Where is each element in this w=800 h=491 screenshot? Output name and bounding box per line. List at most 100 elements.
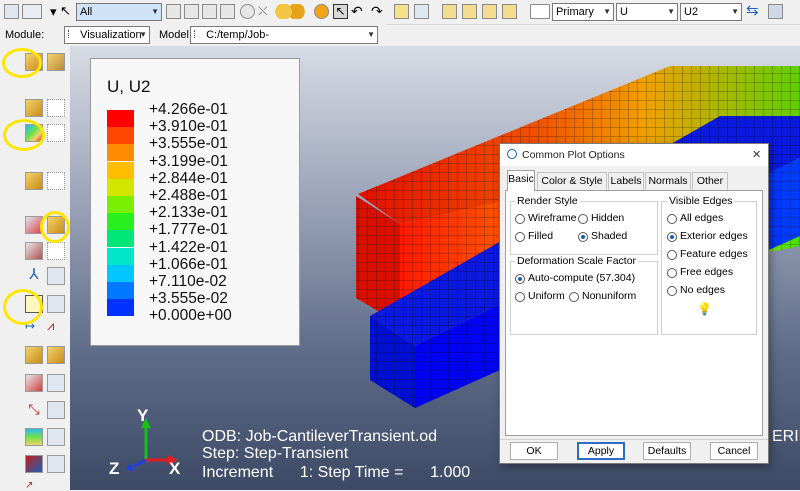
report-icon[interactable]: [25, 374, 43, 392]
report-manager-icon[interactable]: [47, 374, 65, 392]
tab-labels[interactable]: Labels: [608, 172, 644, 190]
triad-x-label: X: [169, 459, 181, 478]
feature-edges-radio[interactable]: [667, 250, 677, 260]
view-side-icon[interactable]: [502, 4, 517, 19]
uniform-radio[interactable]: [515, 292, 525, 302]
tab-other[interactable]: Other: [692, 172, 728, 190]
sphere-icon[interactable]: [314, 4, 329, 19]
select-polygon-icon[interactable]: [202, 4, 217, 19]
auto-compute-radio[interactable]: [515, 274, 525, 284]
model-select[interactable]: C:/temp/Job-CantileverTransient.odb ▼: [190, 26, 378, 57]
plot-symbols-icon[interactable]: [25, 172, 43, 190]
wireframe-radio[interactable]: [515, 214, 525, 224]
tab-color-style[interactable]: Color & Style: [537, 172, 607, 190]
exterior-edges-label[interactable]: Exterior edges: [680, 230, 748, 242]
animate-icon[interactable]: ⅄: [25, 267, 43, 285]
animation-options-icon[interactable]: [47, 267, 65, 285]
field-variable-select[interactable]: U ▼: [616, 3, 678, 21]
section-cut-icon[interactable]: [47, 346, 65, 364]
xy-plot-icon[interactable]: ⩘: [47, 318, 65, 336]
select-lasso-icon[interactable]: [240, 4, 255, 19]
component-select[interactable]: U2 ▼: [680, 3, 742, 21]
exterior-edges-radio[interactable]: [667, 232, 677, 242]
dialog-titlebar[interactable]: Common Plot Options ✕: [500, 144, 768, 166]
plot-contours-undeformed-icon[interactable]: [25, 99, 43, 117]
xy-data-manager-icon[interactable]: [47, 295, 65, 313]
shaded-radio[interactable]: [578, 232, 588, 242]
free-edges-label[interactable]: Free edges: [680, 266, 733, 278]
select-cursor-icon[interactable]: ↖: [60, 4, 75, 19]
select-circle-icon[interactable]: [184, 4, 199, 19]
hidden-label[interactable]: Hidden: [591, 212, 624, 224]
legend-value: +1.777e-01: [149, 221, 228, 239]
feature-edges-label[interactable]: Feature edges: [680, 248, 748, 260]
select-drag-icon[interactable]: [220, 4, 235, 19]
grip-icon: [194, 30, 200, 38]
uniform-label[interactable]: Uniform: [528, 290, 565, 302]
field-output-dialog-icon[interactable]: [768, 4, 783, 19]
plot-deformed-icon[interactable]: [47, 53, 65, 71]
free-body-icon[interactable]: [25, 346, 43, 364]
plot-allow-multiple-icon[interactable]: [25, 242, 43, 260]
symbol-options-icon[interactable]: [47, 172, 65, 190]
select-box-icon[interactable]: [166, 4, 181, 19]
undo-icon[interactable]: ↶: [351, 4, 366, 19]
view-cut-icon[interactable]: [25, 428, 43, 446]
defaults-button[interactable]: Defaults: [643, 442, 691, 460]
lightbulb-icon[interactable]: 💡: [697, 302, 712, 316]
filled-radio[interactable]: [515, 232, 525, 242]
module-label: Module:: [5, 29, 45, 41]
view-top-icon[interactable]: [482, 4, 497, 19]
legend-swatch: [107, 230, 134, 248]
view-front-icon[interactable]: [462, 4, 477, 19]
module-value: Visualization: [80, 29, 142, 41]
apply-button[interactable]: Apply: [577, 442, 625, 460]
select-touch-icon[interactable]: ⤬: [258, 4, 273, 19]
filled-label[interactable]: Filled: [528, 230, 553, 242]
pick-arrow-icon[interactable]: ↖: [333, 4, 348, 19]
nonuniform-label[interactable]: Nonuniform: [582, 290, 636, 302]
more-tools-icon[interactable]: ↗: [25, 481, 43, 491]
table-icon[interactable]: [414, 4, 429, 19]
legend-swatch: [107, 213, 134, 231]
no-edges-label[interactable]: No edges: [680, 284, 725, 296]
close-icon[interactable]: ✕: [752, 148, 761, 161]
display-group-icon[interactable]: [25, 455, 43, 473]
free-edges-radio[interactable]: [667, 268, 677, 278]
no-edges-radio[interactable]: [667, 286, 677, 296]
ok-button[interactable]: OK: [510, 442, 558, 460]
module-select[interactable]: Visualization ▼: [64, 26, 150, 44]
wireframe-label[interactable]: Wireframe: [528, 212, 576, 224]
redo-icon[interactable]: ↷: [371, 4, 386, 19]
selection-filter-select[interactable]: All ▼: [76, 3, 162, 21]
display-group-manager-icon[interactable]: [47, 455, 65, 473]
all-edges-label[interactable]: All edges: [680, 212, 723, 224]
hidden-radio[interactable]: [578, 214, 588, 224]
shaded-label[interactable]: Shaded: [591, 230, 627, 242]
multiple-options-icon[interactable]: [47, 242, 65, 260]
view-cut-manager-icon[interactable]: [47, 428, 65, 446]
cancel-button[interactable]: Cancel: [710, 442, 758, 460]
toolbar-menu-icon[interactable]: [22, 4, 42, 19]
all-edges-radio[interactable]: [667, 214, 677, 224]
probe-values-icon[interactable]: ⤡: [25, 401, 43, 419]
auto-compute-label[interactable]: Auto-compute: [528, 272, 593, 284]
query-icon[interactable]: [394, 4, 409, 19]
legend-value: +3.555e-01: [149, 135, 228, 153]
highlight-circle: [40, 211, 70, 243]
step-info-text: Step: Step-Transient: [202, 445, 349, 462]
view-iso-icon[interactable]: [442, 4, 457, 19]
sync-options-icon[interactable]: ⇆: [746, 3, 761, 19]
output-type-select[interactable]: Primary ▼: [552, 3, 614, 21]
nonuniform-radio[interactable]: [569, 292, 579, 302]
probe-manager-icon[interactable]: [47, 401, 65, 419]
step-frame-icon[interactable]: [530, 4, 550, 19]
selection-filter-value: All: [80, 6, 93, 18]
tab-basic[interactable]: Basic: [507, 170, 535, 191]
boolean-ops-icon[interactable]: [274, 4, 306, 19]
contour-options-icon[interactable]: [47, 124, 65, 142]
context-bar: Module: Visualization ▼ Model: C:/temp/J…: [0, 24, 386, 57]
tab-normals[interactable]: Normals: [645, 172, 691, 190]
grid-icon[interactable]: [4, 4, 19, 19]
common-options-icon[interactable]: [47, 99, 65, 117]
